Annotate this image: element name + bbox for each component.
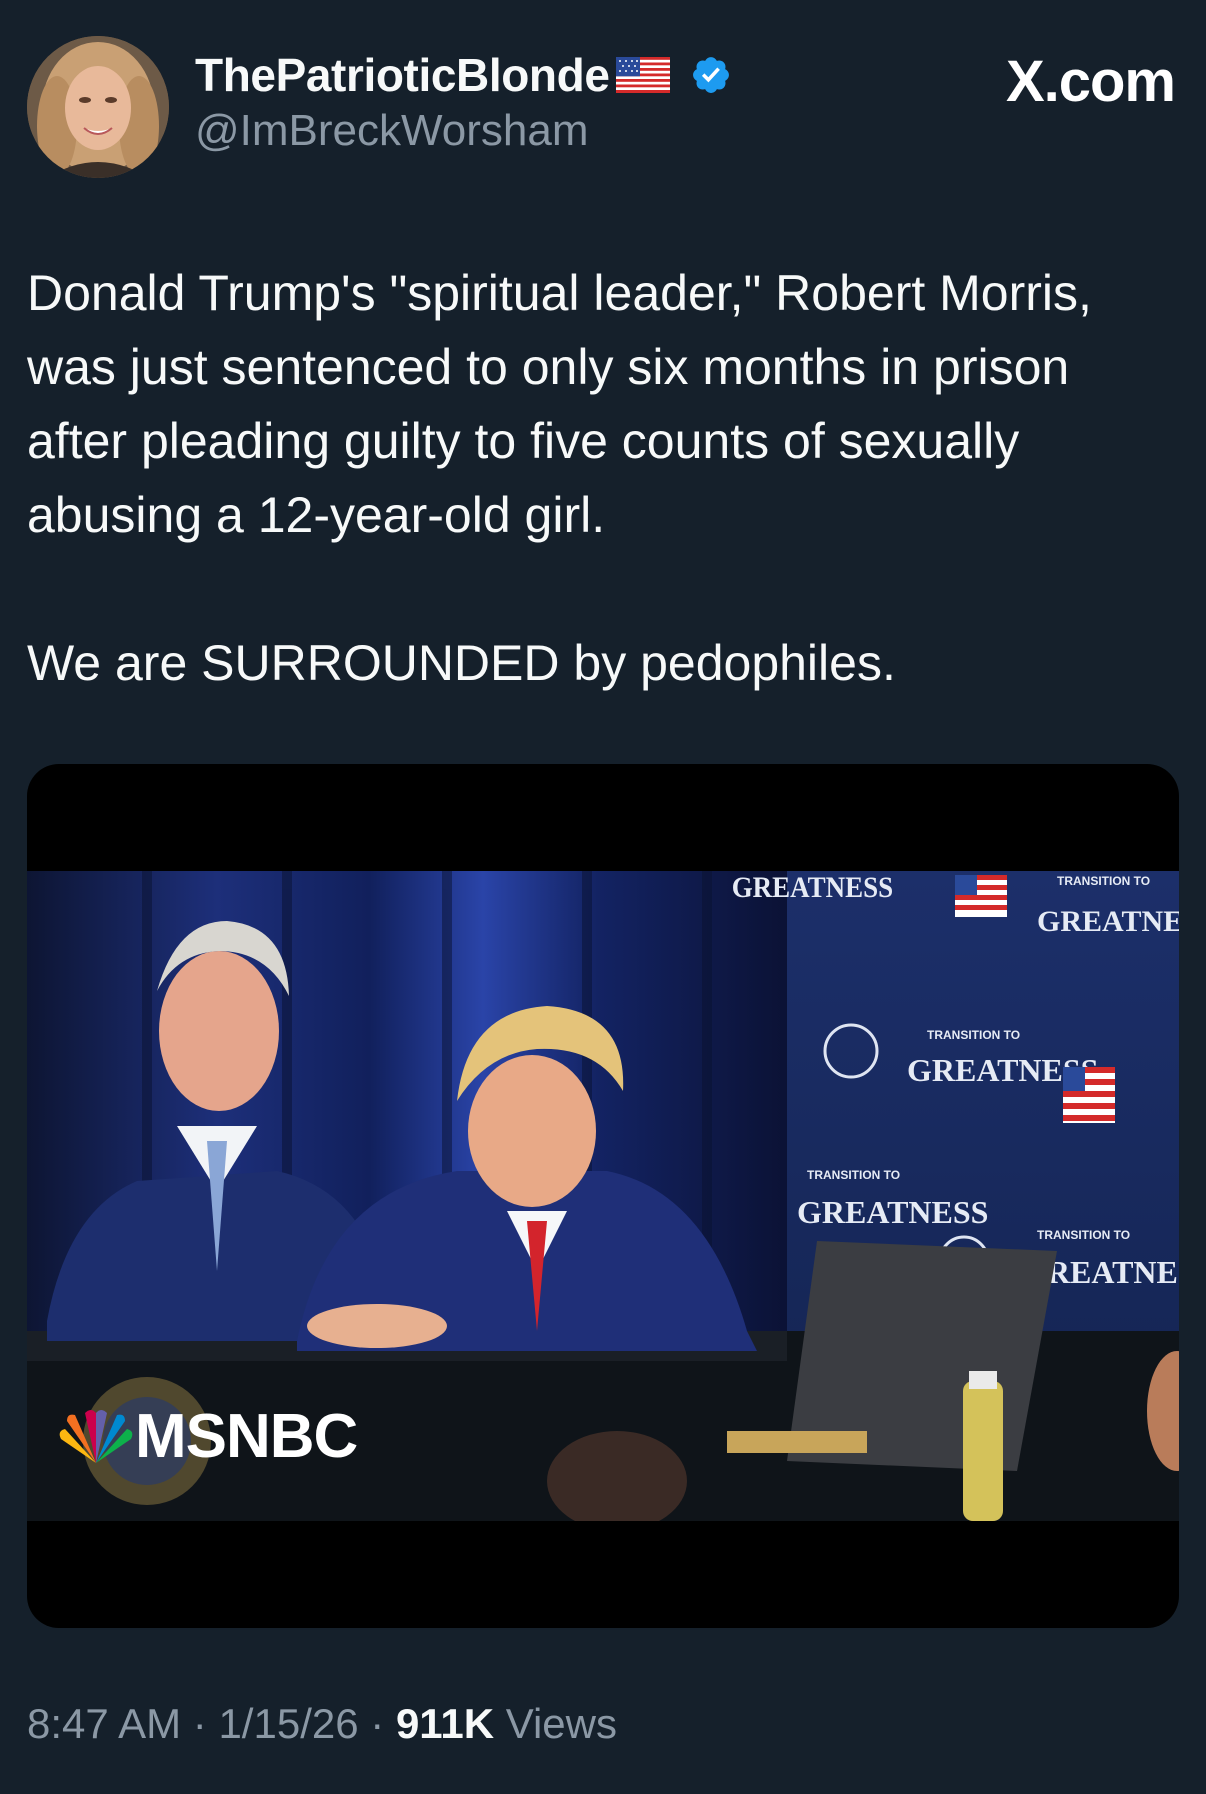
msnbc-watermark: MSNBC bbox=[53, 1401, 358, 1472]
tweet-meta: 8:47 AM · 1/15/26 · 911K Views bbox=[27, 1700, 617, 1748]
peacock-logo-icon bbox=[53, 1409, 139, 1465]
avatar-portrait-icon bbox=[27, 36, 169, 178]
author-names: ThePatrioticBlonde @ImBreckWorsham bbox=[195, 46, 815, 156]
views-count[interactable]: 911K bbox=[396, 1700, 494, 1747]
video-thumbnail[interactable]: GREATNESS TRANSITION TO GREATNESS TRANSI… bbox=[27, 871, 1179, 1521]
meta-separator: · bbox=[192, 1700, 207, 1747]
tweet-media[interactable]: GREATNESS TRANSITION TO GREATNESS TRANSI… bbox=[27, 764, 1179, 1628]
site-label-text: X.com bbox=[1005, 49, 1176, 114]
meta-separator: · bbox=[370, 1700, 385, 1747]
display-name-row: ThePatrioticBlonde bbox=[195, 46, 815, 104]
verified-badge-icon[interactable] bbox=[690, 54, 732, 96]
tweet-paragraph: Donald Trump's "spiritual leader," Rober… bbox=[27, 265, 1092, 543]
display-name[interactable]: ThePatrioticBlonde bbox=[195, 48, 610, 102]
svg-text:GREATNESS: GREATNESS bbox=[797, 1194, 988, 1230]
svg-text:TRANSITION TO: TRANSITION TO bbox=[1037, 1228, 1130, 1242]
avatar[interactable] bbox=[27, 36, 169, 178]
tweet-time[interactable]: 8:47 AM bbox=[27, 1700, 181, 1747]
svg-text:GREATNESS: GREATNESS bbox=[1037, 905, 1179, 938]
svg-text:TRANSITION TO: TRANSITION TO bbox=[927, 1028, 1020, 1042]
author-handle[interactable]: @ImBreckWorsham bbox=[195, 106, 815, 156]
msnbc-wordmark: MSNBC bbox=[135, 1402, 358, 1471]
views-label: Views bbox=[505, 1700, 617, 1747]
svg-text:TRANSITION TO: TRANSITION TO bbox=[807, 1168, 900, 1182]
tweet-date[interactable]: 1/15/26 bbox=[218, 1700, 358, 1747]
svg-text:GREATNESS: GREATNESS bbox=[732, 872, 893, 905]
tweet-text: Donald Trump's "spiritual leader," Rober… bbox=[27, 256, 1167, 700]
svg-text:TRANSITION TO: TRANSITION TO bbox=[1057, 874, 1150, 888]
tweet-paragraph: We are SURROUNDED by pedophiles. bbox=[27, 635, 896, 691]
us-flag-icon bbox=[615, 57, 670, 93]
site-label: X.com bbox=[1005, 48, 1176, 115]
tweet-header: ThePatrioticBlonde @ImBreckWorsham X.com bbox=[27, 36, 1179, 180]
